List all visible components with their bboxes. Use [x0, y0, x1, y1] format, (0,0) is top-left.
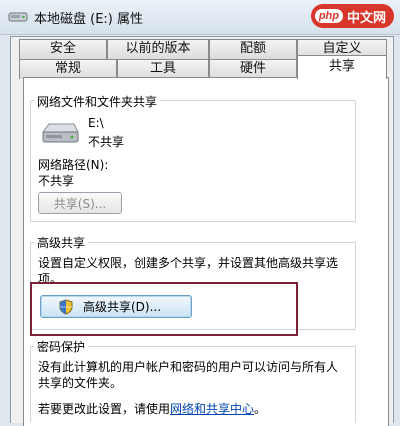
share-status: 不共享: [88, 135, 125, 149]
tab-sharing[interactable]: 共享: [297, 55, 387, 79]
network-path-label: 网络路径(N):: [38, 158, 109, 172]
tab-quota[interactable]: 配额: [209, 39, 297, 59]
tab-hardware[interactable]: 硬件: [209, 59, 297, 79]
network-sharing-title: 网络文件和文件夹共享: [34, 93, 161, 110]
watermark-brand: php: [314, 9, 343, 23]
watermark-logo: php 中文网: [310, 4, 394, 28]
drive-icon: [8, 12, 28, 22]
network-path-value: 不共享: [38, 174, 75, 188]
change-setting-suffix: 。: [254, 402, 267, 416]
drive-icon: [42, 123, 79, 143]
title-bar: 本地磁盘 (E:) 属性 php 中文网: [0, 0, 400, 35]
advanced-sharing-title: 高级共享: [34, 234, 89, 251]
tab-general[interactable]: 常规: [19, 59, 117, 79]
uac-shield-icon: [59, 299, 73, 315]
advanced-sharing-description: 设置自定义权限，创建多个共享，并设置其他高级共享选: [38, 256, 339, 270]
password-protection-description: 没有此计算机的用户帐户和密码的用户可以访问与所有人: [38, 360, 339, 374]
change-setting-text: 若要更改此设置，请使用网络和共享中心。: [38, 400, 266, 417]
advanced-sharing-button[interactable]: 高级共享(D)...: [40, 295, 192, 318]
password-protection-description-cont: 共享的文件夹。: [38, 376, 123, 390]
tab-security[interactable]: 安全: [19, 39, 107, 59]
change-setting-prefix: 若要更改此设置，请使用: [38, 402, 171, 416]
share-button[interactable]: 共享(S)...: [38, 192, 122, 214]
network-sharing-center-link[interactable]: 网络和共享中心: [170, 402, 254, 416]
tab-previous-versions[interactable]: 以前的版本: [107, 39, 209, 59]
window-title: 本地磁盘 (E:) 属性: [34, 12, 144, 27]
watermark-site: 中文网: [346, 9, 386, 25]
password-protection-title: 密码保护: [34, 338, 89, 355]
drive-path: E:\: [88, 116, 104, 130]
advanced-sharing-button-label: 高级共享(D)...: [82, 300, 162, 314]
tab-tools[interactable]: 工具: [117, 59, 209, 79]
